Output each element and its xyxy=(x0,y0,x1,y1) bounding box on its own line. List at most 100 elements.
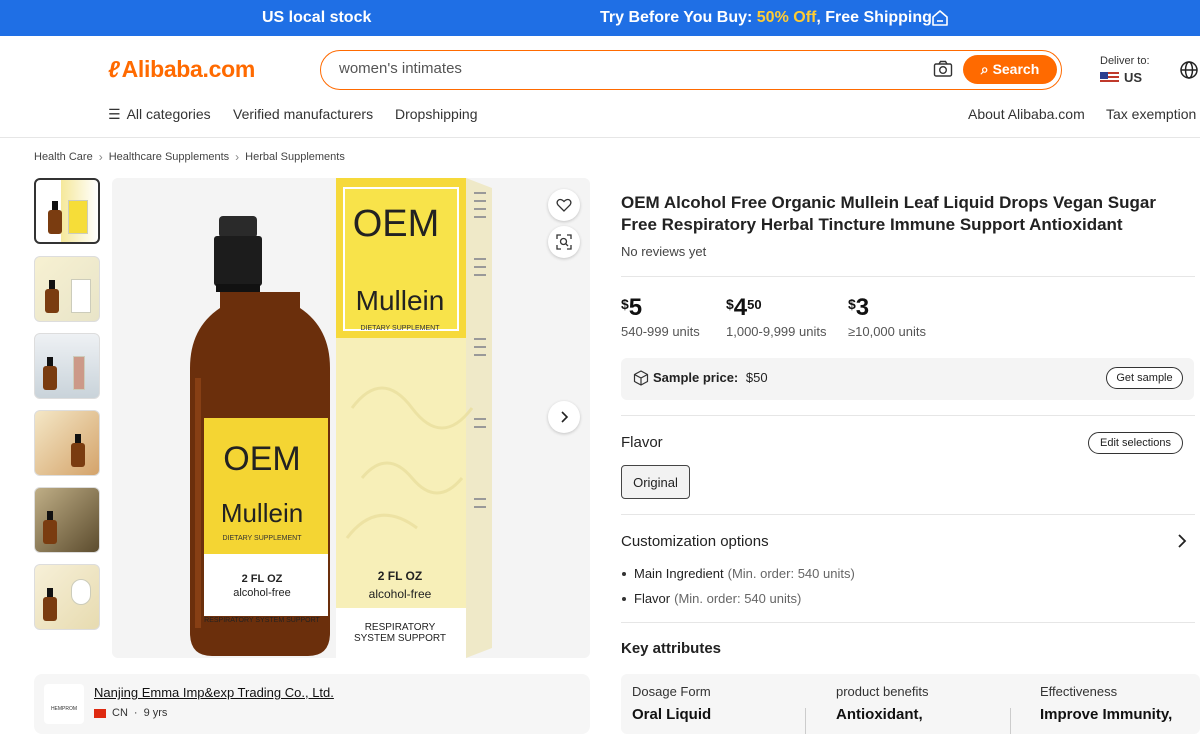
visual-search-button[interactable] xyxy=(548,226,580,258)
bullet-dot xyxy=(622,596,626,601)
search-input[interactable] xyxy=(339,60,899,77)
divider xyxy=(621,276,1195,277)
column-divider xyxy=(805,708,806,734)
deliver-label: Deliver to: xyxy=(1100,55,1150,67)
thumbnail-3[interactable] xyxy=(34,333,100,399)
key-attributes-table: Dosage Form Oral Liquid product benefits A… xyxy=(621,674,1200,734)
review-count[interactable]: No reviews yet xyxy=(621,244,706,259)
logo-text: Alibaba.com xyxy=(121,56,256,82)
price-tier-3: $3 ≥10,000 units xyxy=(848,294,926,339)
divider xyxy=(621,622,1195,623)
price-tier-1: $5 540-999 units xyxy=(621,294,700,339)
seller-meta: CN · 9 yrs xyxy=(94,707,167,719)
seller-card: HEMPROM Nanjing Emma Imp&exp Trading Co.… xyxy=(34,674,590,734)
product-title: OEM Alcohol Free Organic Mullein Leaf Li… xyxy=(621,193,1156,234)
menu-icon: ☰ xyxy=(108,106,121,122)
bottle-brand-text: OEM xyxy=(223,440,300,478)
deliver-to[interactable]: Deliver to: US xyxy=(1100,55,1150,85)
nav-verified-manufacturers[interactable]: Verified manufacturers xyxy=(233,106,373,122)
thumbnail-6[interactable] xyxy=(34,564,100,630)
thumbnail-2[interactable] xyxy=(34,256,100,322)
thumbnail-5[interactable] xyxy=(34,487,100,553)
box-product-text: Mullein xyxy=(356,285,445,316)
custom-item-flavor: Flavor (Min. order: 540 units) xyxy=(621,591,801,606)
flavor-label: Flavor xyxy=(621,434,663,451)
price-currency: $ xyxy=(848,296,856,312)
box-footer-text-1: RESPIRATORY xyxy=(365,622,436,633)
box-image xyxy=(71,279,91,313)
chevron-right-icon[interactable] xyxy=(1176,533,1188,549)
custom-item-main-ingredient: Main Ingredient (Min. order: 540 units) xyxy=(621,566,855,581)
search-button[interactable]: ⌕ Search xyxy=(963,55,1057,84)
product-illustration: OEM Mullein DIETARY SUPPLEMENT 2 FL OZ a… xyxy=(190,178,492,658)
sample-price-label: Sample price: xyxy=(653,370,739,385)
bottle-product-text: Mullein xyxy=(221,498,303,528)
nav-about[interactable]: About Alibaba.com xyxy=(968,106,1085,122)
search-box: ⌕Search xyxy=(320,50,1062,90)
attribute-value: Improve Immunity, xyxy=(1040,706,1173,723)
box-image xyxy=(68,200,88,234)
bottle-sub-text: DIETARY SUPPLEMENT xyxy=(223,535,303,542)
breadcrumb-healthcare-supplements[interactable]: Healthcare Supplements xyxy=(109,151,229,163)
thumbnail-4[interactable] xyxy=(34,410,100,476)
favorite-button[interactable] xyxy=(548,189,580,221)
globe-icon[interactable] xyxy=(1179,60,1199,80)
main-product-image[interactable]: OEM Mullein DIETARY SUPPLEMENT 2 FL OZ a… xyxy=(112,178,590,658)
seller-logo-text: HEMPROM xyxy=(50,706,78,712)
price-whole: 3 xyxy=(855,294,870,321)
header-divider xyxy=(0,137,1200,138)
scan-icon xyxy=(556,234,572,250)
nav-tax-exemption[interactable]: Tax exemption xyxy=(1106,106,1196,122)
nav-all-categories[interactable]: ☰ All categories xyxy=(108,106,211,123)
cube-icon xyxy=(633,370,649,386)
breadcrumb-herbal-supplements[interactable]: Herbal Supplements xyxy=(245,151,345,163)
attribute-key: Dosage Form xyxy=(632,684,711,699)
box-sub-text: DIETARY SUPPLEMENT xyxy=(361,325,441,332)
label-image xyxy=(71,579,91,605)
attribute-key: Effectiveness xyxy=(1040,684,1118,699)
promo-us-stock[interactable]: US local stock xyxy=(262,9,371,27)
edit-selections-button[interactable]: Edit selections xyxy=(1088,432,1183,454)
dot-separator: · xyxy=(133,707,138,719)
thumbnail-1[interactable] xyxy=(34,178,100,244)
box-footer-text-2: SYSTEM SUPPORT xyxy=(354,633,446,644)
seller-logo: HEMPROM xyxy=(44,684,84,724)
flavor-option-original[interactable]: Original xyxy=(621,465,690,499)
camera-icon[interactable] xyxy=(933,60,953,78)
nav-dropshipping[interactable]: Dropshipping xyxy=(395,106,478,122)
sample-price-box: Sample price: $50 Get sample xyxy=(621,358,1194,400)
price-units: 1,000-9,999 units xyxy=(726,324,827,339)
attribute-value: Antioxidant, xyxy=(836,706,923,723)
alibaba-logo-icon: ℓ xyxy=(108,56,120,82)
price-currency: $ xyxy=(621,296,629,312)
custom-item-name: Main Ingredient xyxy=(634,566,724,581)
nav-all-categories-label: All categories xyxy=(126,106,211,122)
price-decimal: 50 xyxy=(747,297,762,312)
breadcrumb: Health Care › Healthcare Supplements › H… xyxy=(34,150,345,164)
person-image xyxy=(73,356,85,390)
promo-try-before-buy[interactable]: Try Before You Buy: 50% Off, Free Shippi… xyxy=(600,9,932,27)
custom-item-name: Flavor xyxy=(634,591,671,606)
promo-highlight: 50% Off xyxy=(756,9,817,26)
chevron-right-icon: › xyxy=(98,150,103,164)
bullet-dot xyxy=(622,571,626,576)
price-units: ≥10,000 units xyxy=(848,324,926,339)
chevron-right-icon xyxy=(561,411,569,423)
attribute-value: Oral Liquid xyxy=(632,706,712,723)
price-whole: 4 xyxy=(733,294,748,321)
custom-item-min: (Min. order: 540 units) xyxy=(674,591,802,606)
price-whole: 5 xyxy=(628,294,643,321)
custom-item-min: (Min. order: 540 units) xyxy=(727,566,855,581)
seller-name[interactable]: Nanjing Emma Imp&exp Trading Co., Ltd. xyxy=(94,685,334,700)
breadcrumb-health-care[interactable]: Health Care xyxy=(34,151,93,163)
bottle-size-text: 2 FL OZ xyxy=(242,573,283,585)
customization-options-label[interactable]: Customization options xyxy=(621,533,769,550)
bottle-image xyxy=(71,434,85,467)
alibaba-logo[interactable]: ℓAlibaba.com xyxy=(108,56,255,83)
next-image-button[interactable] xyxy=(548,401,580,433)
house-icon[interactable] xyxy=(930,8,950,28)
attribute-product-benefits: product benefits Antioxidant, xyxy=(836,684,929,723)
get-sample-button[interactable]: Get sample xyxy=(1106,367,1183,389)
bottle-image xyxy=(43,588,57,621)
attribute-effectiveness: Effectiveness Improve Immunity, xyxy=(1040,684,1172,723)
